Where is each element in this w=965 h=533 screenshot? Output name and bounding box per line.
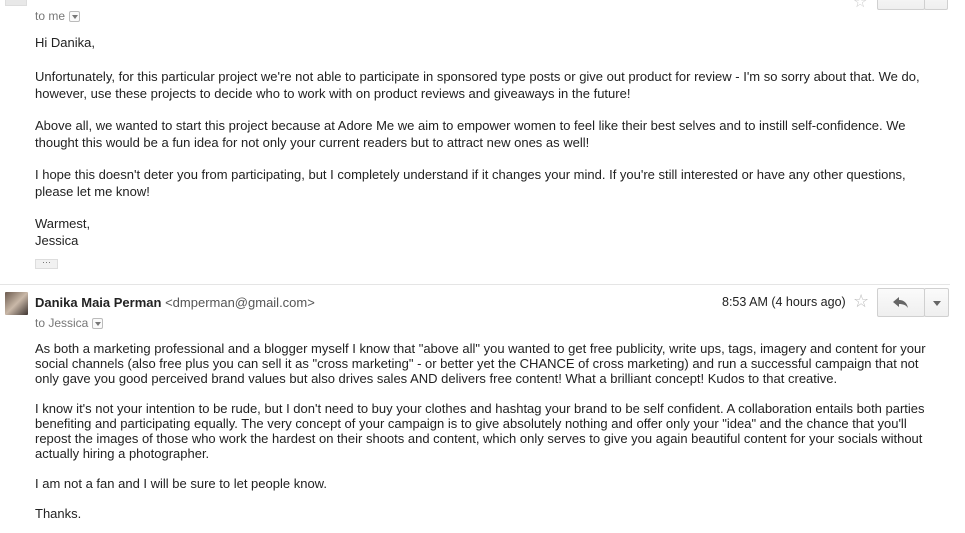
paragraph: I am not a fan and I will be sure to let… <box>35 476 327 491</box>
chevron-down-icon[interactable] <box>69 11 81 23</box>
show-trimmed-button[interactable]: ··· <box>35 257 58 269</box>
star-icon[interactable]: ☆ <box>853 291 869 312</box>
sender-email: <dmperman@gmail.com> <box>165 295 315 310</box>
avatar <box>5 292 28 315</box>
greeting: Hi Danika, <box>35 35 95 50</box>
ellipsis-icon: ··· <box>42 257 51 267</box>
reply-button[interactable] <box>877 288 925 317</box>
message-body: As both a marketing professional and a b… <box>35 341 940 521</box>
star-icon[interactable]: ☆ <box>853 0 867 12</box>
paragraph: I know it's not your intention to be rud… <box>35 401 925 461</box>
sender: Danika Maia Perman <dmperman@gmail.com> <box>35 295 315 310</box>
paragraph: Above all, we wanted to start this proje… <box>35 118 906 150</box>
signoff: Warmest, <box>35 216 91 231</box>
sender-name: Danika Maia Perman <box>35 295 162 310</box>
paragraph: Unfortunately, for this particular proje… <box>35 69 920 101</box>
reply-button-top[interactable] <box>877 0 925 10</box>
message-body: Hi Danika, Unfortunately, for this parti… <box>35 34 935 249</box>
more-button[interactable] <box>924 288 949 317</box>
to-line: to Jessica <box>35 316 104 330</box>
more-button-top[interactable] <box>924 0 948 10</box>
to-line: to me <box>35 9 81 23</box>
timestamp: 8:53 AM (4 hours ago) <box>722 295 846 309</box>
chevron-down-icon <box>933 301 941 306</box>
avatar-partial <box>5 0 27 6</box>
paragraph: I hope this doesn't deter you from parti… <box>35 167 906 199</box>
reply-icon <box>893 297 908 308</box>
message-divider <box>0 284 950 285</box>
chevron-down-icon[interactable] <box>92 318 104 330</box>
signature: Jessica <box>35 233 79 248</box>
paragraph: Thanks. <box>35 506 82 521</box>
paragraph: As both a marketing professional and a b… <box>35 341 926 386</box>
